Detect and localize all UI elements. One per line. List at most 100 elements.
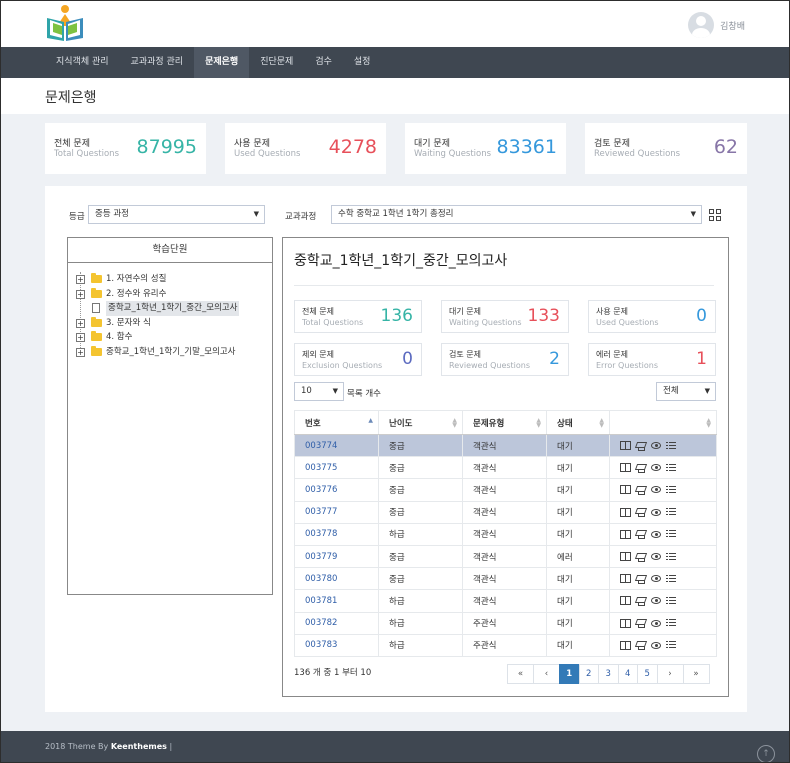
col-header-actions[interactable]: ▲ ▼ xyxy=(609,410,717,435)
footer-brand[interactable]: Keenthemes xyxy=(111,742,167,751)
page-button[interactable]: 3 xyxy=(598,664,619,684)
page-prev-button[interactable]: ‹ xyxy=(533,664,560,684)
question-id-link[interactable]: 003777 xyxy=(305,507,337,517)
graduation-cap-icon[interactable] xyxy=(636,486,646,495)
book-icon[interactable] xyxy=(620,507,631,517)
table-row[interactable]: 003778 하급 객관식 대기 xyxy=(294,522,717,546)
graduation-cap-icon[interactable] xyxy=(636,597,646,606)
expand-icon[interactable]: + xyxy=(76,289,85,299)
sort-icon[interactable]: ▲ ▼ xyxy=(706,418,711,429)
eye-icon[interactable] xyxy=(651,486,661,494)
col-header-number[interactable]: 번호 ▲ xyxy=(294,410,379,435)
col-header-difficulty[interactable]: 난이도 ▲ ▼ xyxy=(378,410,463,435)
book-icon[interactable] xyxy=(620,596,631,606)
graduation-cap-icon[interactable] xyxy=(636,442,646,451)
eye-icon[interactable] xyxy=(651,442,661,450)
book-icon[interactable] xyxy=(620,441,631,451)
user-name[interactable]: 김창배 xyxy=(720,19,745,32)
col-header-type[interactable]: 문제유형 ▲ ▼ xyxy=(462,410,547,435)
expand-icon[interactable]: + xyxy=(76,333,85,342)
table-row[interactable]: 003776 중급 객관식 대기 xyxy=(294,478,717,502)
nav-review[interactable]: 검수 xyxy=(304,47,343,78)
page-button[interactable]: 5 xyxy=(637,664,658,684)
eye-icon[interactable] xyxy=(651,508,661,516)
page-last-button[interactable]: » xyxy=(682,664,710,684)
tree-item[interactable]: + 2. 정수와 유리수 xyxy=(68,287,272,302)
nav-curriculum[interactable]: 교과과정 관리 xyxy=(120,47,195,78)
tree-item-label[interactable]: 중학교_1학년_1학기_기말_모의고사 xyxy=(106,345,235,360)
page-button[interactable]: 1 xyxy=(559,664,580,684)
page-button[interactable]: 2 xyxy=(578,664,599,684)
question-id-link[interactable]: 003775 xyxy=(305,463,337,473)
tree-item-label[interactable]: 1. 자연수의 성질 xyxy=(106,272,166,287)
table-row[interactable]: 003780 중급 객관식 대기 xyxy=(294,567,717,591)
nav-diagnostic[interactable]: 진단문제 xyxy=(249,47,304,78)
list-icon[interactable] xyxy=(666,552,676,561)
eye-icon[interactable] xyxy=(651,553,661,561)
list-icon[interactable] xyxy=(666,641,676,650)
scroll-top-icon[interactable]: ↑ xyxy=(757,745,775,762)
user-menu[interactable]: 김창배 xyxy=(688,12,745,38)
tree-item-label[interactable]: 3. 문자와 식 xyxy=(106,316,151,331)
expand-icon[interactable]: + xyxy=(76,347,85,357)
table-row[interactable]: 003779 중급 객관식 에러 xyxy=(294,544,717,569)
expand-icon[interactable]: + xyxy=(76,318,85,328)
list-icon[interactable] xyxy=(666,530,676,539)
page-first-button[interactable]: « xyxy=(507,664,534,684)
table-row[interactable]: 003783 하급 주관식 대기 xyxy=(294,633,717,657)
graduation-cap-icon[interactable] xyxy=(636,575,646,584)
list-icon[interactable] xyxy=(666,508,676,517)
graduation-cap-icon[interactable] xyxy=(636,619,646,629)
question-id-link[interactable]: 003782 xyxy=(305,618,337,628)
list-icon[interactable] xyxy=(666,441,676,450)
sort-asc-icon[interactable]: ▲ xyxy=(368,418,373,424)
tree-item[interactable]: + 1. 자연수의 성질 xyxy=(68,272,272,287)
question-id-link[interactable]: 003779 xyxy=(305,552,337,562)
nav-question-bank[interactable]: 문제은행 xyxy=(194,47,250,78)
eye-icon[interactable] xyxy=(651,597,661,605)
page-next-button[interactable]: › xyxy=(656,664,684,684)
expand-icon[interactable]: + xyxy=(76,275,85,284)
grade-select[interactable]: 중등 과정 ▼ xyxy=(88,205,265,224)
eye-icon[interactable] xyxy=(651,619,661,627)
graduation-cap-icon[interactable] xyxy=(636,530,646,540)
tree-item-label[interactable]: 4. 함수 xyxy=(106,330,132,345)
question-id-link[interactable]: 003783 xyxy=(305,640,337,650)
question-id-link[interactable]: 003781 xyxy=(305,596,337,606)
course-select[interactable]: 수학 중학교 1학년 1학기 총정리 ▼ xyxy=(331,205,702,224)
list-icon[interactable] xyxy=(666,485,676,494)
nav-settings[interactable]: 설정 xyxy=(343,47,382,78)
tree-item[interactable]: + 4. 함수 xyxy=(68,330,272,345)
question-id-link[interactable]: 003776 xyxy=(305,485,337,495)
book-icon[interactable] xyxy=(620,640,631,650)
col-header-status[interactable]: 상태 ▲ ▼ xyxy=(546,410,610,435)
eye-icon[interactable] xyxy=(651,575,661,583)
tree-item[interactable]: + 중학교_1학년_1학기_기말_모의고사 xyxy=(68,345,272,360)
table-row[interactable]: 003775 중급 객관식 대기 xyxy=(294,456,717,480)
status-filter-select[interactable]: 전체 ▼ xyxy=(656,382,716,401)
eye-icon[interactable] xyxy=(651,530,661,538)
book-icon[interactable] xyxy=(620,618,631,628)
graduation-cap-icon[interactable] xyxy=(636,464,646,473)
tree-item-label[interactable]: 중학교_1학년_1학기_중간_모의고사 xyxy=(106,301,240,316)
eye-icon[interactable] xyxy=(651,464,661,472)
question-id-link[interactable]: 003774 xyxy=(305,441,337,451)
book-icon[interactable] xyxy=(620,574,631,584)
list-icon[interactable] xyxy=(666,596,676,605)
tree-item-label[interactable]: 2. 정수와 유리수 xyxy=(106,287,166,302)
book-icon[interactable] xyxy=(620,463,631,473)
graduation-cap-icon[interactable] xyxy=(636,508,646,518)
sort-icon[interactable]: ▲ ▼ xyxy=(599,418,604,429)
question-id-link[interactable]: 003780 xyxy=(305,574,337,584)
list-icon[interactable] xyxy=(666,463,676,472)
page-size-select[interactable]: 10 ▼ xyxy=(294,382,344,401)
table-row[interactable]: 003777 중급 객관식 대기 xyxy=(294,500,717,524)
book-icon[interactable] xyxy=(620,552,631,562)
list-icon[interactable] xyxy=(666,574,676,583)
grid-view-icon[interactable] xyxy=(709,209,721,221)
graduation-cap-icon[interactable] xyxy=(636,553,646,562)
book-icon[interactable] xyxy=(620,529,631,539)
eye-icon[interactable] xyxy=(651,641,661,649)
question-id-link[interactable]: 003778 xyxy=(305,529,337,539)
book-icon[interactable] xyxy=(620,485,631,495)
